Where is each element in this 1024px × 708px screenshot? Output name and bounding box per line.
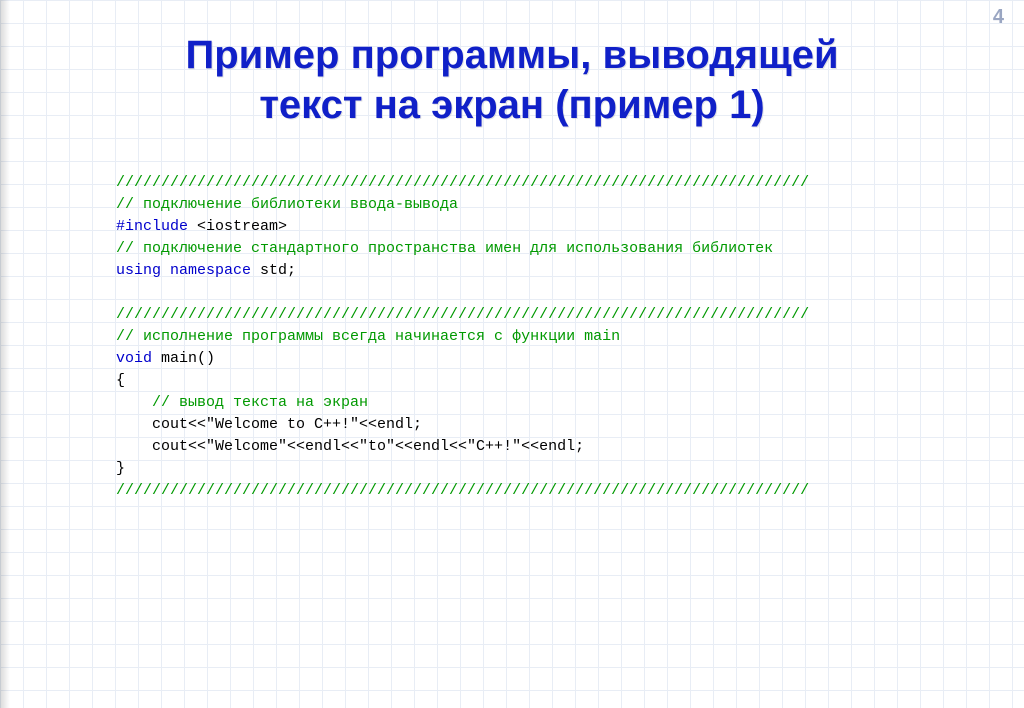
code-comment: // подключение библиотеки ввода-вывода bbox=[116, 196, 458, 213]
code-cout: cout<<"Welcome to C++!"<<endl; bbox=[116, 416, 422, 433]
code-cout: cout<<"Welcome"<<endl<<"to"<<endl<<"C++!… bbox=[116, 438, 584, 455]
code-comment: // исполнение программы всегда начинаетс… bbox=[116, 328, 620, 345]
main-signature: main() bbox=[152, 350, 215, 367]
left-shadow bbox=[0, 0, 10, 708]
code-separator: ////////////////////////////////////////… bbox=[116, 174, 809, 191]
title-line-2: текст на экран (пример 1) bbox=[259, 83, 764, 127]
brace-close: } bbox=[116, 460, 125, 477]
code-block: ////////////////////////////////////////… bbox=[116, 150, 964, 502]
code-comment: // подключение стандартного пространства… bbox=[116, 240, 773, 257]
blank-line bbox=[116, 284, 125, 301]
title-line-1: Пример программы, выводящей bbox=[185, 33, 838, 77]
code-separator: ////////////////////////////////////////… bbox=[116, 306, 809, 323]
slide-title: Пример программы, выводящей текст на экр… bbox=[0, 0, 1024, 140]
code-comment: // вывод текста на экран bbox=[116, 394, 368, 411]
code-line: #include <iostream> bbox=[116, 218, 287, 235]
code-line: void main() bbox=[116, 350, 215, 367]
brace-open: { bbox=[116, 372, 125, 389]
using-keyword: using namespace bbox=[116, 262, 251, 279]
code-separator: ////////////////////////////////////////… bbox=[116, 482, 809, 499]
using-rest: std; bbox=[251, 262, 296, 279]
code-line: using namespace std; bbox=[116, 262, 296, 279]
include-target: <iostream> bbox=[188, 218, 287, 235]
void-keyword: void bbox=[116, 350, 152, 367]
include-keyword: #include bbox=[116, 218, 188, 235]
